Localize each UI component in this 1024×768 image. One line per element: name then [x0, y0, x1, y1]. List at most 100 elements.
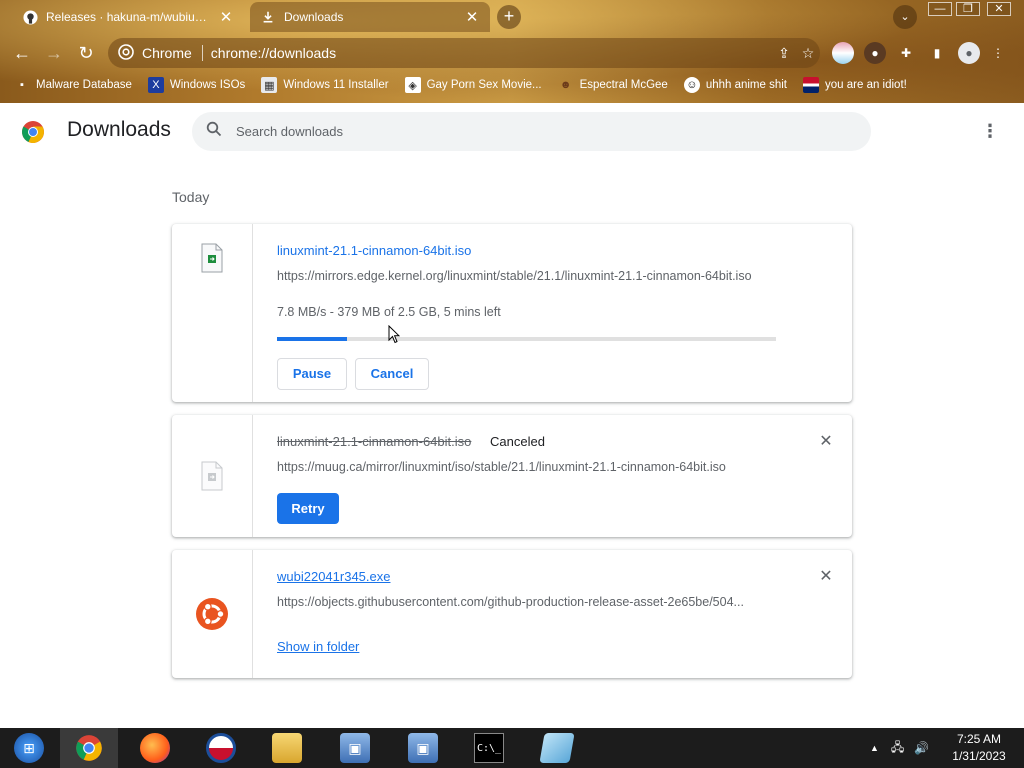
volume-icon[interactable]: 🔊 — [914, 741, 929, 755]
site-info-chip[interactable]: Chrome — [108, 43, 202, 63]
bookmark-item[interactable]: ▦ Windows 11 Installer — [253, 77, 396, 93]
site-chip-label: Chrome — [142, 45, 192, 61]
side-panel-icon[interactable]: ▮ — [926, 42, 948, 64]
taskbar-notepad[interactable] — [528, 728, 586, 768]
download-item: linuxmint-21.1-cinnamon-64bit.iso Cancel… — [172, 415, 852, 537]
bookmark-item[interactable]: ☺ uhhh anime shit — [676, 77, 795, 93]
firefox-icon — [140, 733, 170, 763]
close-tab-icon[interactable]: ✕ — [464, 8, 480, 26]
browser-frame: Releases · hakuna-m/wubiuefi · GitHub ✕ … — [0, 0, 1024, 103]
ubuntu-icon — [196, 598, 228, 630]
bookmark-item[interactable]: ◈ Gay Porn Sex Movie... — [397, 77, 550, 93]
profile-avatar-icon[interactable]: ● — [958, 42, 980, 64]
download-filename-link[interactable]: wubi22041r345.exe — [277, 569, 390, 584]
download-item: wubi22041r345.exe ✕ https://objects.gith… — [172, 550, 852, 678]
address-bar[interactable]: Chrome chrome://downloads ⇪ ☆ — [108, 38, 820, 68]
taskbar: ⊞ ▣ ▣ C:\_ ▲ 🖧 🔊 7:25 AM 1/31/2023 — [0, 728, 1024, 768]
show-in-folder-link[interactable]: Show in folder — [277, 639, 359, 654]
taskbar-chrome[interactable] — [60, 728, 118, 768]
bookmark-item[interactable]: X Windows ISOs — [140, 77, 253, 93]
taskbar-setup-app-2[interactable]: ▣ — [394, 728, 452, 768]
download-progress-status: 7.8 MB/s - 379 MB of 2.5 GB, 5 mins left — [277, 305, 501, 319]
progress-fill — [277, 337, 347, 341]
search-icon — [192, 121, 236, 142]
more-actions-kebab-icon[interactable]: ⋮ — [980, 119, 1000, 143]
clock-date: 1/31/2023 — [952, 749, 1006, 763]
omnibox-divider — [201, 45, 203, 61]
installer-icon: ▣ — [408, 733, 438, 763]
taskbar-firefox[interactable] — [126, 728, 184, 768]
toolbar: ← → ↻ Chrome chrome://downloads ⇪ ☆ ● ✚ … — [0, 36, 1024, 70]
file-icon — [200, 461, 224, 491]
start-orb-icon: ⊞ — [14, 733, 44, 763]
cancel-button[interactable]: Cancel — [355, 358, 429, 390]
taskbar-clock[interactable]: 7:25 AM 1/31/2023 — [944, 731, 1014, 765]
chrome-icon — [74, 733, 104, 763]
download-source-url[interactable]: https://muug.ca/mirror/linuxmint/iso/sta… — [277, 460, 777, 474]
search-input[interactable] — [236, 124, 871, 139]
chrome-icon — [118, 43, 134, 63]
tab-downloads[interactable]: Downloads ✕ — [250, 2, 490, 32]
file-icon-column — [172, 550, 253, 678]
file-icon-column — [172, 224, 253, 402]
date-section-header: Today — [172, 189, 210, 205]
downloads-page: Downloads ⋮ Today linuxmint-21.1-cinnamo… — [0, 103, 1024, 728]
mouse-cursor-icon — [388, 325, 400, 344]
image-icon: ▦ — [261, 77, 278, 93]
flag-icon — [803, 77, 820, 93]
page-header: Downloads ⋮ — [0, 103, 1024, 159]
extension-flag-icon[interactable] — [832, 42, 854, 64]
site-icon: ☺ — [683, 77, 700, 93]
file-icon — [200, 243, 224, 273]
pause-button[interactable]: Pause — [277, 358, 347, 390]
taskbar-obama-app[interactable] — [192, 728, 250, 768]
maximize-button[interactable]: ❐ — [954, 0, 982, 18]
show-hidden-icons-icon[interactable]: ▲ — [870, 743, 879, 753]
share-icon[interactable]: ⇪ — [772, 45, 796, 62]
tab-title: Releases · hakuna-m/wubiuefi · GitHub — [46, 10, 210, 24]
retry-button[interactable]: Retry — [277, 493, 339, 524]
remove-from-list-icon[interactable]: ✕ — [818, 434, 834, 450]
network-icon[interactable]: 🖧 — [891, 738, 904, 759]
tab-github-releases[interactable]: Releases · hakuna-m/wubiuefi · GitHub ✕ — [12, 2, 244, 32]
taskbar-setup-app[interactable]: ▣ — [326, 728, 384, 768]
chrome-logo-icon — [21, 120, 45, 144]
back-button[interactable]: ← — [9, 40, 35, 66]
bookmark-item[interactable]: ☻ Espectral McGee — [550, 77, 676, 93]
extension-avatar-icon[interactable]: ● — [864, 42, 886, 64]
close-window-button[interactable]: ✕ — [984, 0, 1014, 18]
tab-title: Downloads — [284, 10, 344, 24]
extensions-puzzle-icon[interactable]: ✚ — [895, 42, 917, 64]
bookmark-star-icon[interactable]: ☆ — [796, 45, 820, 62]
x-icon: X — [147, 77, 164, 93]
tab-strip: Releases · hakuna-m/wubiuefi · GitHub ✕ … — [0, 0, 1024, 34]
close-tab-icon[interactable]: ✕ — [218, 8, 234, 26]
site-icon: ◈ — [404, 77, 421, 93]
minimize-button[interactable]: — — [926, 0, 954, 18]
new-tab-button[interactable]: + — [497, 5, 521, 29]
reload-button[interactable]: ↻ — [73, 40, 99, 66]
github-icon — [22, 9, 38, 25]
download-source-url[interactable]: https://mirrors.edge.kernel.org/linuxmin… — [277, 269, 777, 283]
download-source-url[interactable]: https://objects.githubusercontent.com/gi… — [277, 595, 777, 609]
forward-button[interactable]: → — [41, 40, 67, 66]
bookmark-item[interactable]: you are an idiot! — [795, 77, 915, 93]
bookmark-item[interactable]: ▪ Malware Database — [0, 77, 140, 93]
menu-kebab-icon[interactable]: ⋮ — [991, 42, 1005, 64]
start-button[interactable]: ⊞ — [0, 728, 58, 768]
remove-from-list-icon[interactable]: ✕ — [818, 569, 834, 585]
taskbar-file-explorer[interactable] — [258, 728, 316, 768]
folder-icon: ▪ — [20, 79, 24, 91]
system-tray: ▲ 🖧 🔊 — [870, 728, 929, 768]
tab-search-button[interactable]: ⌄ — [893, 5, 917, 29]
url-text[interactable]: chrome://downloads — [211, 45, 772, 61]
folder-icon — [272, 733, 302, 763]
download-item: linuxmint-21.1-cinnamon-64bit.iso https:… — [172, 224, 852, 402]
page-title: Downloads — [67, 118, 171, 141]
search-downloads-box[interactable] — [192, 112, 871, 151]
installer-icon: ▣ — [340, 733, 370, 763]
obama-logo-icon — [206, 733, 236, 763]
bookmarks-bar: ▪ Malware Database X Windows ISOs ▦ Wind… — [0, 72, 1024, 98]
download-filename-link[interactable]: linuxmint-21.1-cinnamon-64bit.iso — [277, 243, 471, 258]
taskbar-command-prompt[interactable]: C:\_ — [460, 728, 518, 768]
